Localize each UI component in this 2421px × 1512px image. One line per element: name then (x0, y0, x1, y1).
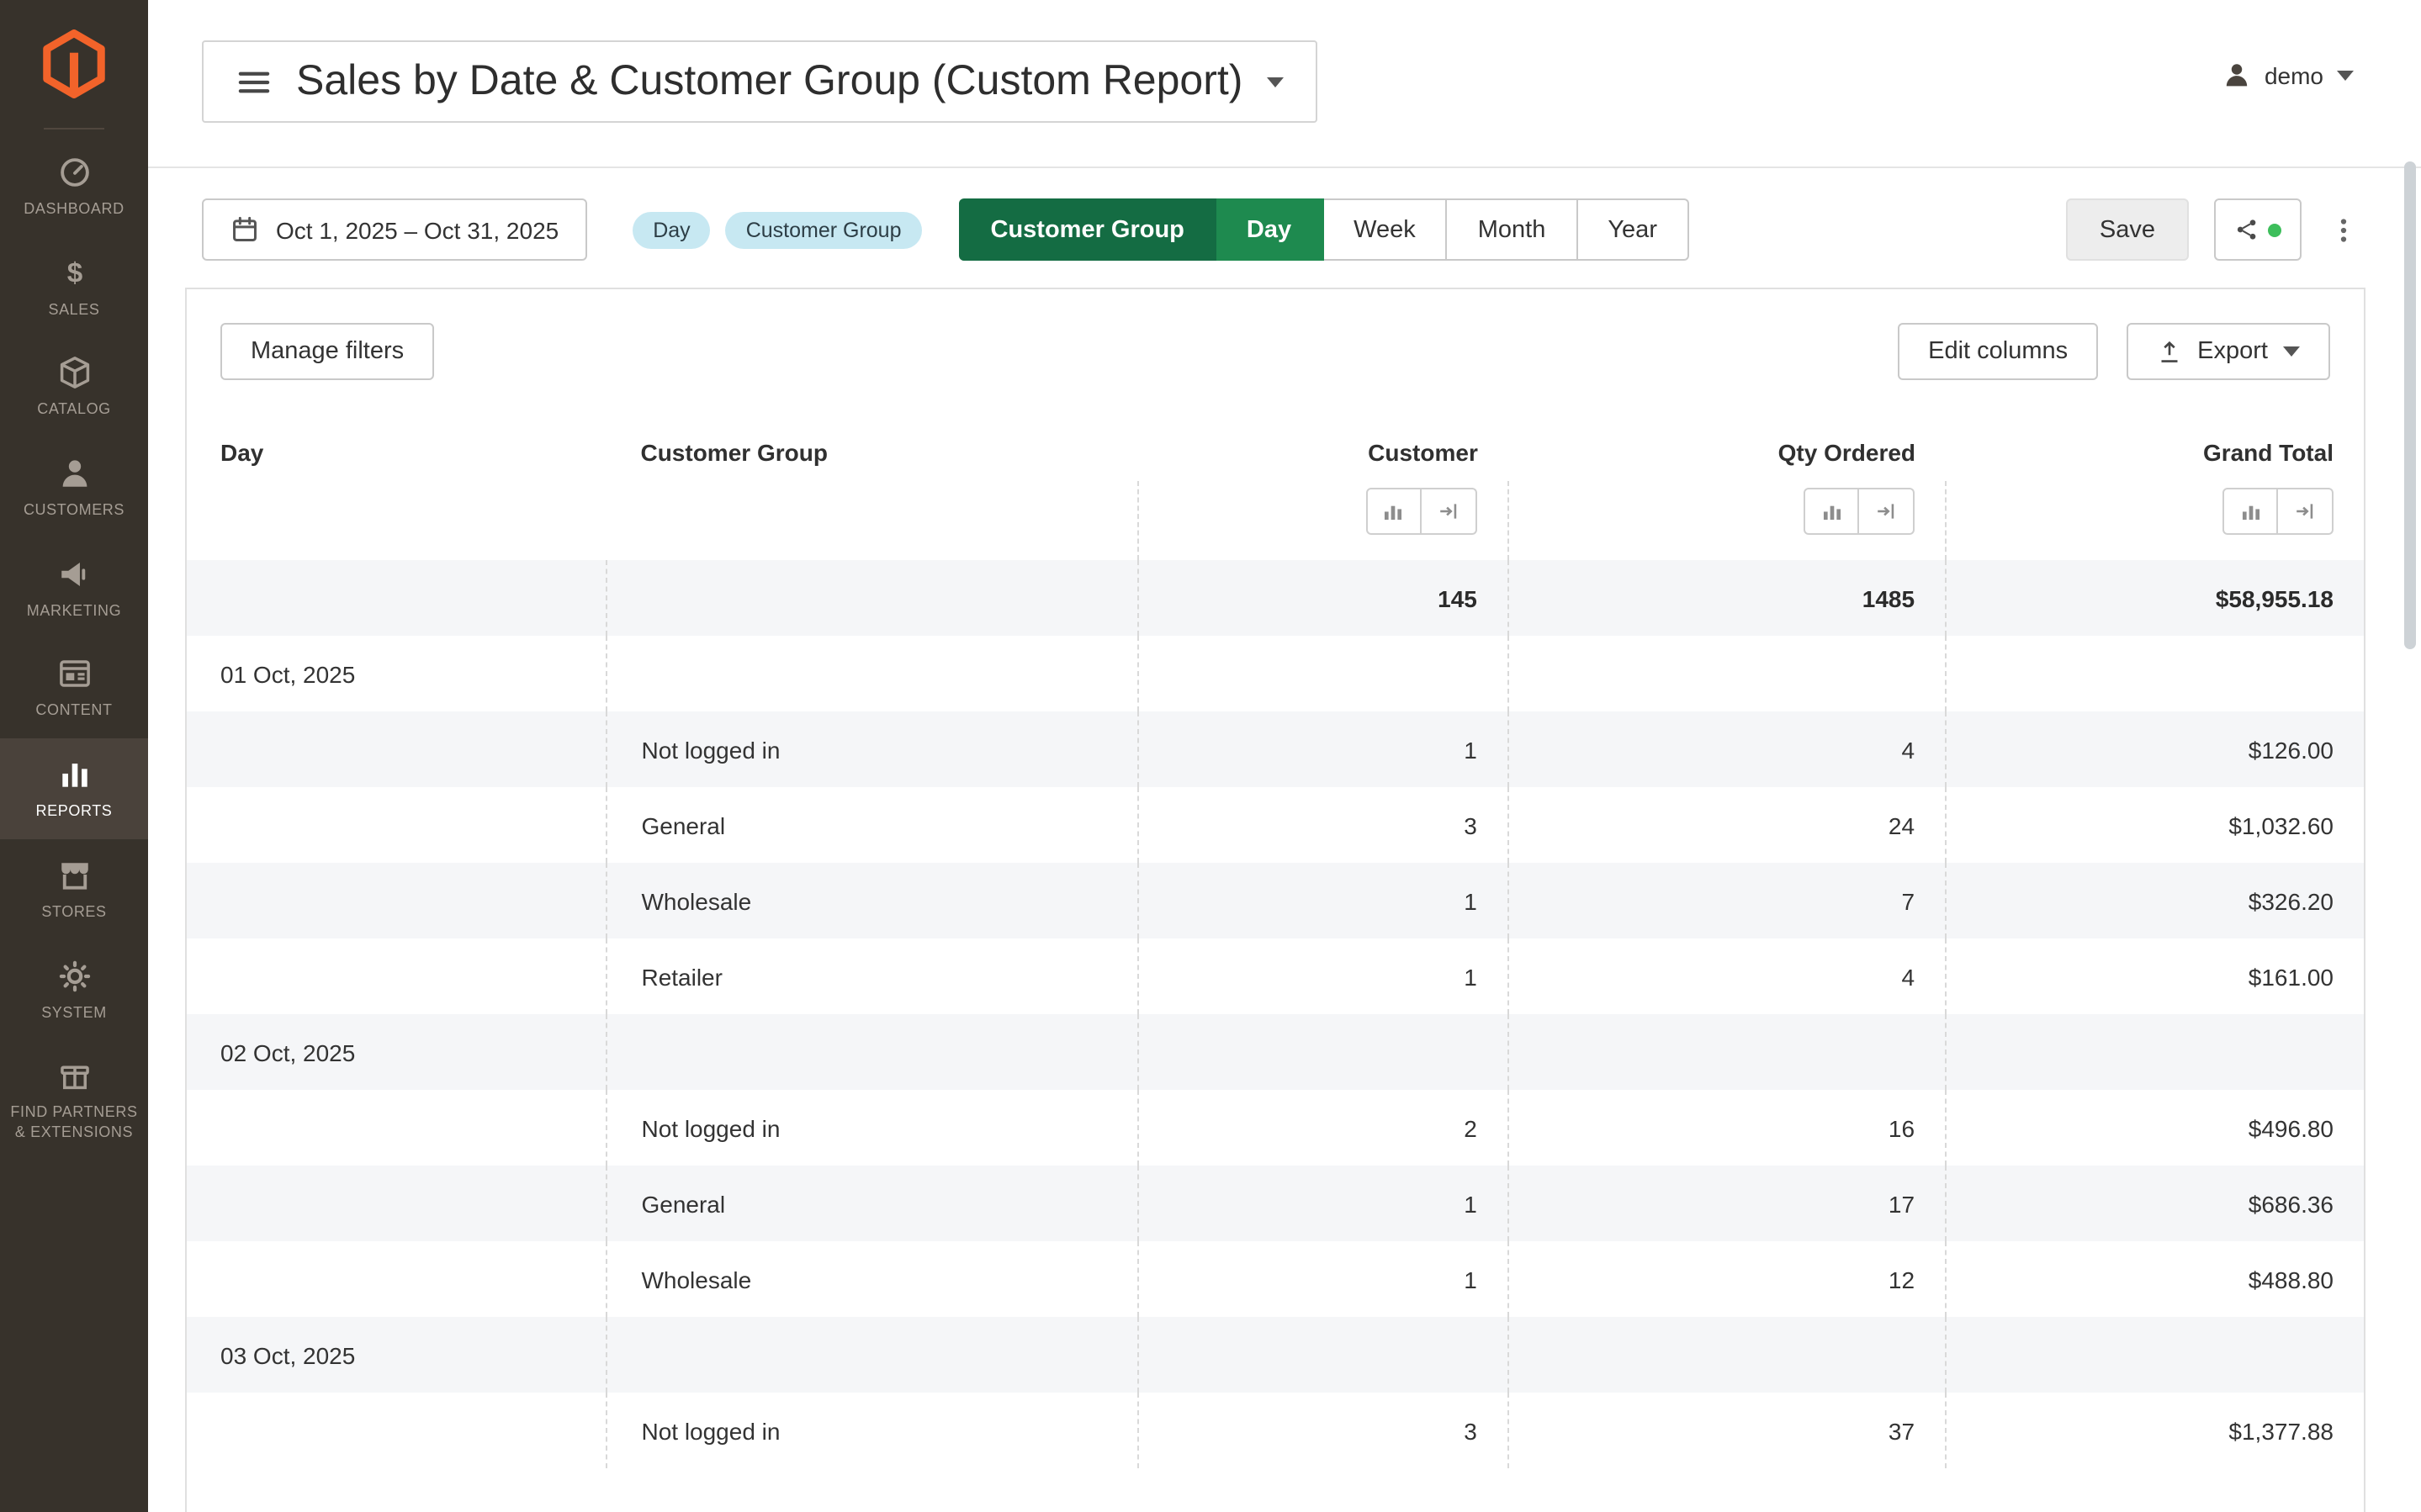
magento-admin-page: DASHBOARD $ SALES CATALOG CUSTOMERS MARKETING… (0, 0, 2421, 1512)
share-button[interactable] (2214, 198, 2302, 261)
column-header-day[interactable]: Day (187, 420, 607, 481)
column-header-qty-ordered[interactable]: Qty Ordered (1508, 420, 1946, 481)
sidebar-item-label: DASHBOARD (24, 200, 124, 219)
report-toolbar: Oct 1, 2025 – Oct 31, 2025 DayCustomer G… (202, 198, 2365, 261)
card-toolbar: Manage filters Edit columns Export (187, 323, 2364, 380)
report-row: General117$686.36 (187, 1166, 2364, 1241)
edit-columns-button[interactable]: Edit columns (1898, 323, 2098, 380)
sidebar-item-label: REPORTS (36, 802, 113, 822)
user-menu[interactable]: demo (2222, 61, 2354, 89)
report-row: Not logged in337$1,377.88 (187, 1393, 2364, 1468)
extensions-icon (56, 1058, 92, 1093)
report-row: Wholesale112$488.80 (187, 1241, 2364, 1317)
date-group-row: 02 Oct, 2025 (187, 1014, 2364, 1090)
bar-chart-icon[interactable] (1366, 488, 1422, 535)
report-row: Not logged in216$496.80 (187, 1090, 2364, 1166)
sidebar-item-label: FIND PARTNERS & EXTENSIONS (3, 1103, 145, 1143)
segment-customer-group[interactable]: Customer Group (959, 198, 1216, 261)
sidebar-item-stores[interactable]: STORES (0, 839, 148, 939)
sidebar-item-label: CATALOG (37, 401, 111, 420)
customers-icon (56, 456, 92, 491)
sidebar-item-label: MARKETING (27, 602, 121, 621)
column-header-customer[interactable]: Customer (1138, 420, 1508, 481)
report-table: Day Customer Group Customer Qty Ordered … (187, 420, 2364, 1468)
segment-month[interactable]: Month (1448, 198, 1578, 261)
reports-icon (56, 757, 92, 792)
segment-day[interactable]: Day (1216, 198, 1323, 261)
date-group-row: 01 Oct, 2025 (187, 636, 2364, 711)
date-group-row: 03 Oct, 2025 (187, 1317, 2364, 1393)
sidebar-nav: DASHBOARD $ SALES CATALOG CUSTOMERS MARKETING… (0, 136, 148, 1160)
sidebar-item-reports[interactable]: REPORTS (0, 738, 148, 838)
compare-arrow-icon[interactable] (2278, 488, 2334, 535)
dashboard-icon (56, 155, 92, 190)
report-row: General324$1,032.60 (187, 787, 2364, 863)
page-header: Sales by Date & Customer Group (Custom R… (148, 0, 2421, 168)
sidebar-item-content[interactable]: CONTENT (0, 638, 148, 738)
export-button[interactable]: Export (2127, 323, 2330, 380)
admin-sidebar: DASHBOARD $ SALES CATALOG CUSTOMERS MARKETING… (0, 0, 148, 1512)
sidebar-item-label: CUSTOMERS (24, 501, 124, 521)
sidebar-item-find-partners-extensions[interactable]: FIND PARTNERS & EXTENSIONS (0, 1039, 148, 1160)
save-button[interactable]: Save (2066, 198, 2189, 261)
grouping-segments: Customer GroupDayWeekMonthYear (959, 198, 1690, 261)
content-icon (56, 657, 92, 692)
sidebar-item-system[interactable]: SYSTEM (0, 939, 148, 1039)
bar-chart-icon[interactable] (1804, 488, 1859, 535)
manage-filters-button[interactable]: Manage filters (220, 323, 434, 380)
sidebar-item-customers[interactable]: CUSTOMERS (0, 437, 148, 537)
upload-icon (2157, 339, 2182, 364)
stores-icon (56, 858, 92, 893)
magento-logo[interactable] (0, 0, 148, 128)
compare-arrow-icon[interactable] (1422, 488, 1477, 535)
compare-arrow-icon[interactable] (1859, 488, 1915, 535)
table-header-row: Day Customer Group Customer Qty Ordered … (187, 420, 2364, 481)
sidebar-item-dashboard[interactable]: DASHBOARD (0, 136, 148, 236)
column-header-customer-group[interactable]: Customer Group (607, 420, 1137, 481)
sidebar-item-label: STORES (41, 903, 106, 923)
scrollbar[interactable] (2404, 161, 2416, 649)
chevron-down-icon (1266, 77, 1283, 87)
hamburger-icon (236, 63, 273, 100)
user-name: demo (2265, 61, 2323, 88)
date-range-button[interactable]: Oct 1, 2025 – Oct 31, 2025 (202, 198, 587, 261)
export-label: Export (2197, 338, 2268, 365)
chevron-down-icon (2337, 70, 2354, 80)
main-content: Sales by Date & Customer Group (Custom R… (148, 0, 2421, 1512)
report-title-dropdown[interactable]: Sales by Date & Customer Group (Custom R… (202, 40, 1316, 123)
dimension-chip-day[interactable]: Day (633, 211, 710, 248)
svg-text:$: $ (66, 257, 82, 288)
column-header-grand-total[interactable]: Grand Total (1946, 420, 2364, 481)
date-range-label: Oct 1, 2025 – Oct 31, 2025 (276, 216, 559, 243)
system-icon (56, 958, 92, 993)
segment-year[interactable]: Year (1577, 198, 1689, 261)
sidebar-item-label: CONTENT (35, 702, 112, 722)
dimension-chip-customer-group[interactable]: Customer Group (726, 211, 922, 248)
kebab-menu-button[interactable] (2322, 198, 2365, 261)
report-card: Manage filters Edit columns Export Day C… (185, 288, 2365, 1512)
dimension-chips: Day Customer Group (633, 211, 921, 248)
bar-chart-icon[interactable] (2222, 488, 2278, 535)
user-avatar-icon (2222, 61, 2251, 89)
catalog-icon (56, 356, 92, 391)
sidebar-item-sales[interactable]: $ SALES (0, 236, 148, 336)
report-row: Not logged in14$126.00 (187, 711, 2364, 787)
share-icon (2234, 217, 2259, 242)
totals-row: 1451485$58,955.18 (187, 560, 2364, 636)
page-title: Sales by Date & Customer Group (Custom R… (296, 57, 1242, 106)
sidebar-item-label: SYSTEM (41, 1003, 107, 1023)
column-tools-row (187, 481, 2364, 560)
status-dot (2268, 223, 2281, 236)
sidebar-item-catalog[interactable]: CATALOG (0, 337, 148, 437)
report-row: Wholesale17$326.20 (187, 863, 2364, 938)
marketing-icon (56, 557, 92, 592)
sidebar-item-marketing[interactable]: MARKETING (0, 538, 148, 638)
report-row: Retailer14$161.00 (187, 938, 2364, 1014)
sales-icon: $ (56, 255, 92, 290)
chevron-down-icon (2283, 346, 2300, 357)
segment-week[interactable]: Week (1323, 198, 1448, 261)
calendar-icon (230, 215, 259, 244)
sidebar-item-label: SALES (48, 300, 99, 320)
sidebar-divider (44, 128, 104, 130)
